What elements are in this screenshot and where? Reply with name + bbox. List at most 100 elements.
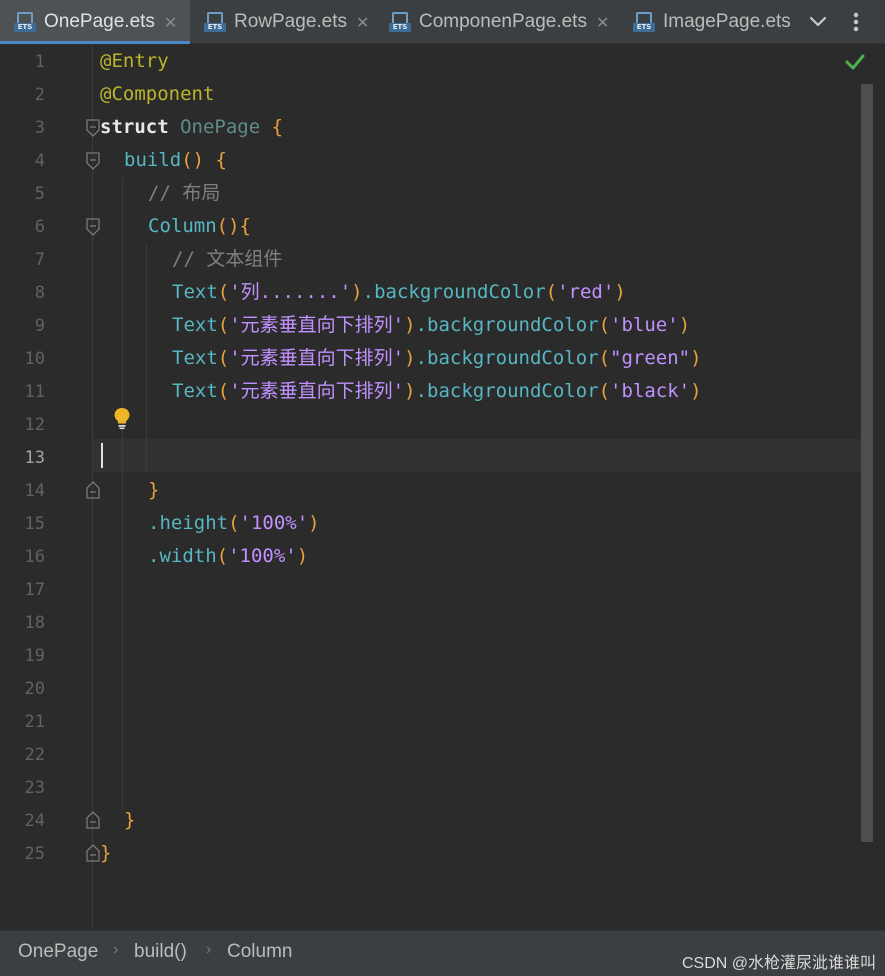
code-token: ) [678, 314, 691, 336]
code-token: { [215, 149, 227, 171]
breadcrumb-item-build[interactable]: build() [134, 941, 187, 963]
code-token: ( [598, 380, 611, 402]
code-token: Column [148, 215, 217, 237]
line-number: 10 [24, 349, 45, 369]
code-token: ( [598, 314, 611, 336]
code-string: '元素垂直向下排列' [229, 380, 405, 402]
tab-label: ComponenPage.ets [419, 11, 587, 32]
code-token: OnePage [180, 116, 261, 138]
code-token: ( [217, 281, 230, 303]
code-token: ) [296, 545, 309, 567]
code-comment: // 文本组件 [172, 248, 283, 270]
line-number: 23 [24, 778, 45, 798]
line-number-current: 13 [24, 448, 45, 468]
code-token: ) [404, 314, 416, 336]
code-token: ) [308, 512, 320, 534]
line-number: 16 [24, 547, 45, 567]
line-number: 14 [24, 481, 45, 501]
close-icon[interactable]: ✕ [596, 13, 609, 32]
code-token: .backgroundColor [362, 281, 546, 303]
code-token: ) [614, 281, 626, 303]
editor-tab-bar: ETS OnePage.ets ✕ ETS RowPage.ets ✕ ETS … [0, 0, 885, 44]
code-token: Text [172, 347, 218, 369]
code-line-5: // 布局 [100, 177, 220, 210]
tab-onepage[interactable]: ETS OnePage.ets ✕ [0, 0, 190, 44]
code-string: '元素垂直向下排列' [229, 347, 405, 369]
line-number: 7 [34, 250, 45, 270]
breadcrumb-separator: › [206, 941, 212, 958]
tab-imagepage[interactable]: ETS ImagePage.ets [624, 0, 800, 44]
code-token: @Component [100, 83, 215, 105]
ets-file-icon: ETS [14, 11, 36, 33]
code-line-25: } [100, 837, 111, 870]
code-line-7: // 文本组件 [100, 243, 282, 276]
line-number: 15 [24, 514, 45, 534]
breadcrumb: OnePage › build() › Column CSDN @水枪灌尿泚谁谁… [0, 930, 885, 976]
fold-collapse-icon[interactable] [85, 152, 101, 170]
code-comment: // 布局 [148, 182, 221, 204]
code-token: ( [228, 512, 240, 534]
line-number: 22 [24, 745, 45, 765]
code-token: { [271, 116, 284, 138]
code-string: '100%' [228, 545, 297, 567]
code-string: 'red' [557, 281, 615, 303]
code-string: 'black' [610, 380, 691, 402]
code-line-3: struct OnePage { [100, 111, 283, 144]
code-line-10: Text('元素垂直向下排列').backgroundColor("green"… [100, 342, 702, 375]
breadcrumb-item-column[interactable]: Column [227, 941, 292, 963]
code-line-6: Column(){ [100, 210, 251, 243]
code-line-14: } [100, 474, 159, 507]
code-editor[interactable]: 1 2 3 4 5 6 7 8 9 10 11 12 13 14 15 16 1… [0, 44, 885, 930]
code-line-9: Text('元素垂直向下排列').backgroundColor('blue') [100, 309, 690, 342]
check-icon[interactable] [845, 53, 865, 71]
fold-end-icon[interactable] [85, 481, 101, 499]
breadcrumb-item-onepage[interactable]: OnePage [18, 941, 98, 963]
line-number: 24 [24, 811, 45, 831]
ets-file-icon: ETS [389, 11, 411, 33]
code-token: ( [217, 347, 230, 369]
code-token: ) [351, 281, 363, 303]
code-token: ) [404, 380, 416, 402]
scrollbar-thumb[interactable] [861, 84, 873, 842]
fold-end-icon[interactable] [85, 811, 101, 829]
close-icon[interactable]: ✕ [356, 13, 369, 32]
close-icon[interactable]: ✕ [164, 13, 177, 32]
code-line-11: Text('元素垂直向下排列').backgroundColor('black'… [100, 375, 702, 408]
line-number: 2 [34, 85, 45, 105]
lightbulb-icon[interactable] [112, 406, 132, 430]
code-token: Text [172, 380, 218, 402]
code-token: } [124, 809, 136, 831]
code-token: () [181, 149, 205, 171]
line-number: 11 [24, 382, 45, 402]
code-token: ( [598, 347, 611, 369]
tab-rowpage[interactable]: ETS RowPage.ets ✕ [194, 0, 378, 44]
more-options-icon[interactable] [846, 10, 866, 34]
fold-collapse-icon[interactable] [85, 119, 101, 137]
code-line-15: .height('100%') [100, 507, 320, 540]
line-number: 17 [24, 580, 45, 600]
line-number: 19 [24, 646, 45, 666]
line-number: 4 [34, 151, 45, 171]
code-token: .height [148, 512, 229, 534]
watermark-text: CSDN @水枪灌尿泚谁谁叫 [682, 955, 877, 972]
code-line-2: @Component [100, 78, 214, 111]
code-string: 'blue' [610, 314, 679, 336]
line-number: 3 [34, 118, 45, 138]
code-string: '列.......' [229, 281, 352, 303]
code-token: ( [217, 314, 230, 336]
breadcrumb-separator: › [113, 941, 119, 958]
ets-file-icon: ETS [633, 11, 655, 33]
code-token: } [100, 842, 112, 864]
fold-collapse-icon[interactable] [85, 218, 101, 236]
chevron-down-icon[interactable] [806, 10, 830, 34]
code-token: @Entry [100, 50, 169, 72]
tab-componenpage[interactable]: ETS ComponenPage.ets ✕ [380, 0, 620, 44]
line-number: 6 [34, 217, 45, 237]
tab-label: OnePage.ets [44, 11, 155, 32]
code-line-1: @Entry [100, 45, 169, 78]
code-token: (){ [216, 215, 251, 237]
line-number: 25 [24, 844, 45, 864]
ets-file-icon: ETS [204, 11, 226, 33]
fold-end-icon[interactable] [85, 844, 101, 862]
